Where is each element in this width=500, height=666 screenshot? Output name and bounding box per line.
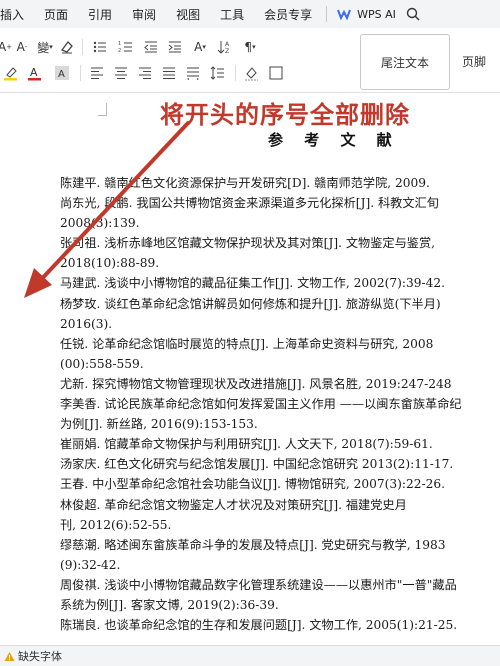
- reference-line: 林俊超. 革命纪念馆文物鉴定人才状况及对策研究[J]. 福建党史月: [60, 497, 407, 512]
- wps-ai-button[interactable]: WPS AI: [331, 8, 402, 21]
- references-heading: 参 考 文 献: [268, 131, 400, 149]
- page-corner-mark: [98, 103, 107, 116]
- reference-line: 为例[J]. 新丝路, 2016(9):153-153.: [60, 417, 258, 432]
- border-icon[interactable]: [264, 63, 288, 83]
- menu-tools[interactable]: 工具: [210, 6, 254, 23]
- status-bar: 缺失字体: [0, 645, 500, 666]
- sort-icon[interactable]: AZ: [213, 37, 237, 57]
- menu-bar: 插入 页面 引用 审阅 视图 工具 会员专享 WPS AI: [0, 0, 500, 28]
- font-grow-icon[interactable]: A +: [0, 37, 12, 57]
- style-footer[interactable]: 页脚: [452, 34, 500, 88]
- align-left-icon[interactable]: [85, 63, 109, 83]
- reference-line: 李美香. 试论民族革命纪念馆如何发挥爱国主义作用 ——以闽东畲族革命纪: [60, 397, 462, 412]
- align-center-icon[interactable]: [109, 63, 133, 83]
- reference-line: 缪慈潮. 略述闽东畲族革命斗争的发展及特点[J]. 党史研究与教学, 1983: [60, 537, 446, 552]
- reference-line: 汤家庆. 红色文化研究与纪念馆发展[J]. 中国纪念馆研究 2013(2):11…: [60, 457, 454, 472]
- reference-line: 系统为例[J]. 客家文博, 2019(2):36-39.: [60, 597, 279, 612]
- distributed-icon[interactable]: [181, 63, 205, 83]
- menu-member[interactable]: 会员专享: [254, 6, 322, 23]
- document-page: 将开头的序号全部删除 参 考 文 献 陈建平. 赣南红色文化资源保护与开发研究[…: [0, 93, 500, 645]
- reference-line: 尚东光, 段鹏. 我国公共博物馆资金来源渠道多元化探析[J]. 科教文汇旬: [60, 196, 439, 211]
- decrease-indent-icon[interactable]: [139, 37, 163, 57]
- text-direction-icon[interactable]: A ▾: [187, 37, 213, 57]
- reference-line: 周俊祺. 浅谈中小博物馆藏品数字化管理系统建设——以惠州市"一普"藏品: [60, 577, 457, 592]
- svg-text:Z: Z: [225, 48, 229, 55]
- reference-line: 王春. 中小型革命纪念馆社会功能刍议[J]. 博物馆研究, 2007(3):22…: [60, 477, 445, 492]
- font-color-icon[interactable]: A: [22, 63, 48, 83]
- reference-line: (00):558-559.: [60, 356, 144, 371]
- instruction-annotation: 将开头的序号全部删除: [160, 100, 410, 129]
- wps-ai-label: WPS AI: [357, 7, 396, 21]
- svg-text:A: A: [225, 41, 230, 48]
- reference-list: 陈建平. 赣南红色文化资源保护与开发研究[D]. 赣南师范学院, 2009. 尚…: [60, 173, 500, 635]
- menu-page[interactable]: 页面: [34, 6, 78, 23]
- highlight-icon[interactable]: [0, 63, 22, 83]
- menu-separator: [326, 6, 328, 22]
- align-right-icon[interactable]: [133, 63, 157, 83]
- menu-reference[interactable]: 引用: [78, 6, 122, 23]
- warning-icon: [4, 651, 15, 661]
- reference-line: 张司祖. 浅析赤峰地区馆藏文物保护现状及其对策[J]. 文物鉴定与鉴赏,: [60, 236, 436, 251]
- reference-line: 任锐. 论革命纪念馆临时展览的特点[J]. 上海革命史资料与研究, 2008: [60, 336, 434, 351]
- reference-line: (9):32-42.: [60, 557, 121, 572]
- menu-insert[interactable]: 插入: [0, 6, 34, 23]
- reference-line: 刊, 2012(6):52-55.: [60, 517, 172, 532]
- phonetic-guide-icon[interactable]: 變 ▾: [34, 37, 56, 57]
- char-shading-icon[interactable]: A: [48, 63, 76, 83]
- line-spacing-icon[interactable]: [205, 63, 231, 83]
- menu-review[interactable]: 审阅: [122, 6, 166, 23]
- show-marks-icon[interactable]: ¶ ▾: [237, 37, 263, 57]
- reference-line: 2018(10):88-89.: [60, 256, 160, 271]
- justify-icon[interactable]: [157, 63, 181, 83]
- svg-text:1: 1: [118, 41, 121, 47]
- svg-text:A: A: [30, 66, 38, 79]
- numbered-list-icon[interactable]: 12: [113, 37, 139, 57]
- wps-ai-logo-icon: [337, 9, 352, 20]
- svg-text:2: 2: [118, 48, 121, 54]
- reference-line: 2008(3):139.: [60, 216, 140, 231]
- increase-indent-icon[interactable]: [163, 37, 187, 57]
- shading-icon[interactable]: [240, 63, 264, 83]
- missing-font-status[interactable]: 缺失字体: [18, 648, 62, 664]
- bullet-list-icon[interactable]: [87, 37, 113, 57]
- menu-view[interactable]: 视图: [166, 6, 210, 23]
- clear-format-icon[interactable]: [56, 37, 78, 57]
- reference-line: 杨梦玫. 谈红色革命纪念馆讲解员如何修炼和提升[J]. 旅游纵览(下半月): [60, 296, 441, 311]
- ribbon-toolbar: A + A- 變 ▾ 12 A ▾ AZ ¶ ▾ A A 尾注文本 页脚: [0, 28, 500, 93]
- search-icon[interactable]: [406, 7, 420, 21]
- reference-line: 陈建平. 赣南红色文化资源保护与开发研究[D]. 赣南师范学院, 2009.: [60, 176, 430, 190]
- reference-line: 2016(3).: [60, 316, 113, 331]
- reference-line: 尤新. 探究博物馆文物管理现状及改进措施[J]. 风景名胜, 2019:247-…: [60, 376, 452, 391]
- svg-text:A: A: [58, 69, 65, 80]
- reference-line: 马建武. 浅谈中小博物馆的藏品征集工作[J]. 文物工作, 2002(7):39…: [60, 276, 445, 291]
- reference-line: 崔丽娟. 馆藏革命文物保护与利用研究[J]. 人文天下, 2018(7):59-…: [60, 437, 433, 452]
- style-endnote-text[interactable]: 尾注文本: [360, 34, 450, 90]
- reference-line: 陈瑞良. 也谈革命纪念馆的生存和发展问题[J]. 文物工作, 2005(1):2…: [60, 618, 458, 633]
- font-shrink-icon[interactable]: A-: [10, 37, 34, 57]
